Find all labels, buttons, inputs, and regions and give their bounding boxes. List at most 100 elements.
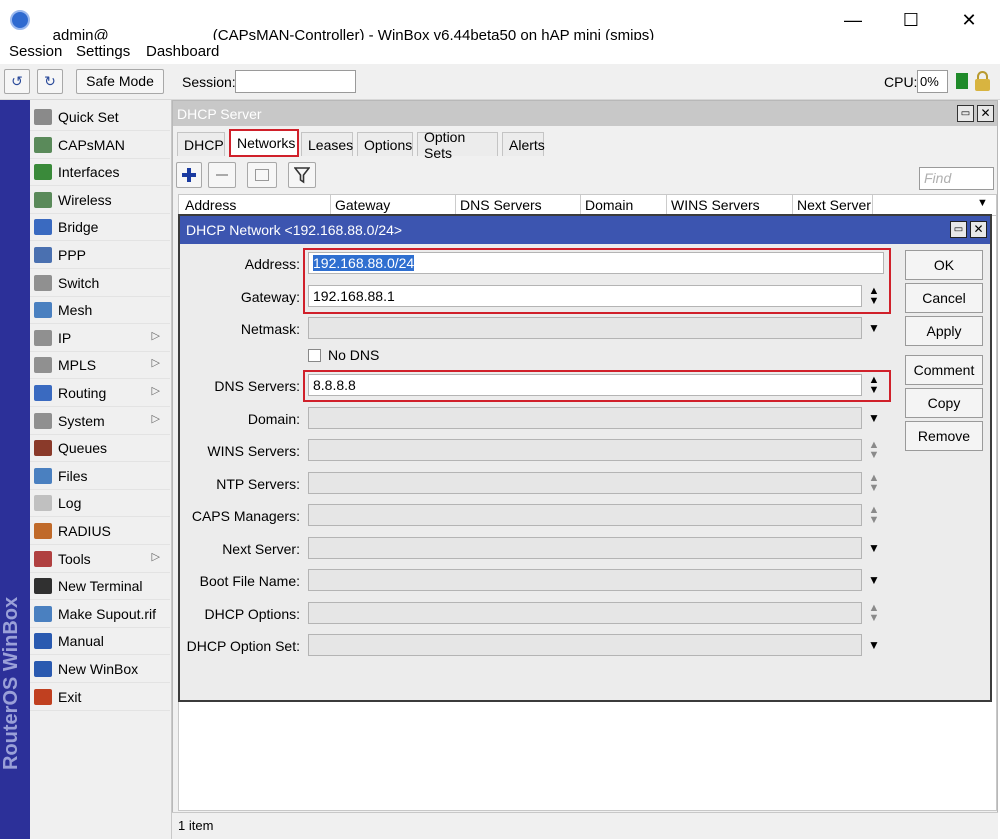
column-header-wins-servers[interactable]: WINS Servers xyxy=(667,195,793,215)
sidebar-item-ppp[interactable]: PPP xyxy=(30,242,170,269)
sidebar-item-switch[interactable]: Switch xyxy=(30,270,170,297)
caps-managers-input[interactable] xyxy=(308,504,862,526)
tab-dhcp[interactable]: DHCP xyxy=(177,132,225,156)
sidebar-item-radius[interactable]: RADIUS xyxy=(30,518,170,545)
sidebar-item-ip[interactable]: IP ▷ xyxy=(30,325,170,352)
tab-networks[interactable]: Networks xyxy=(229,129,299,157)
sidebar-item-label: New WinBox xyxy=(58,661,139,677)
close-button[interactable]: ✕ xyxy=(940,0,998,40)
sidebar-item-log[interactable]: Log xyxy=(30,490,170,518)
menu-settings[interactable]: Settings xyxy=(76,43,130,60)
wins-servers-input[interactable] xyxy=(308,439,862,461)
sidebar-item-label: Files xyxy=(58,467,88,484)
up-down-arrows-icon[interactable]: ▲ ▼ xyxy=(866,374,882,396)
undo-button[interactable]: ↺ xyxy=(4,69,30,94)
remove-entry-button[interactable] xyxy=(208,162,236,188)
up-down-arrows-icon[interactable]: ▲ ▼ xyxy=(866,472,882,494)
address-input[interactable]: 192.168.88.0/24 xyxy=(308,252,884,274)
sidebar-item-make-supout-rif[interactable]: Make Supout.rif xyxy=(30,601,170,628)
cancel-button[interactable]: Cancel xyxy=(905,283,983,313)
menu-dashboard[interactable]: Dashboard xyxy=(146,43,219,60)
dropdown-arrow-icon[interactable]: ▼ xyxy=(866,317,882,339)
column-header-dns-servers[interactable]: DNS Servers xyxy=(456,195,581,215)
remove-button[interactable]: Remove xyxy=(905,421,983,451)
close-icon: ✕ xyxy=(980,106,991,120)
no-dns-checkbox[interactable] xyxy=(308,349,321,362)
sidebar-item-label: Manual xyxy=(58,633,104,650)
dropdown-arrow-icon[interactable]: ▼ xyxy=(866,634,882,656)
sidebar-item-mpls[interactable]: MPLS ▷ xyxy=(30,352,170,380)
toolbar: ↺ ↻ Safe Mode Session: CPU: 0% xyxy=(0,64,1000,100)
session-input[interactable] xyxy=(235,70,356,93)
redo-icon: ↻ xyxy=(44,73,56,89)
dropdown-arrow-icon[interactable]: ▼ xyxy=(866,569,882,591)
copy-button[interactable]: Copy xyxy=(905,388,983,418)
dialog-close-button[interactable]: ✕ xyxy=(970,221,987,238)
dialog-restore-button[interactable]: ▭ xyxy=(950,221,967,238)
filter-button[interactable] xyxy=(288,162,316,188)
ok-button[interactable]: OK xyxy=(905,250,983,280)
dialog-title: DHCP Network <192.168.88.0/24> xyxy=(180,216,990,244)
dhcp-close-button[interactable]: ✕ xyxy=(977,105,994,122)
sidebar-item-routing[interactable]: Routing ▷ xyxy=(30,380,170,407)
next-server-input[interactable] xyxy=(308,537,862,559)
up-down-arrows-icon[interactable]: ▲ ▼ xyxy=(866,602,882,624)
sidebar-item-exit[interactable]: Exit xyxy=(30,684,170,711)
tab-alerts[interactable]: Alerts xyxy=(502,132,545,156)
sidebar-item-queues[interactable]: Queues xyxy=(30,435,170,463)
comment-list-button[interactable] xyxy=(247,162,277,188)
column-header-next-server[interactable]: Next Server xyxy=(793,195,873,215)
sidebar-item-label: IP xyxy=(58,329,72,346)
sidebar-item-bridge[interactable]: Bridge xyxy=(30,214,170,242)
dhcp-options-input[interactable] xyxy=(308,602,862,624)
dns-servers-input[interactable]: 8.8.8.8 xyxy=(308,374,862,396)
add-button[interactable] xyxy=(176,162,202,188)
column-header-gateway[interactable]: Gateway xyxy=(331,195,456,215)
dhcp-option-set-input[interactable] xyxy=(308,634,862,656)
apply-button[interactable]: Apply xyxy=(905,316,983,346)
domain-input[interactable] xyxy=(308,407,862,429)
gateway-input[interactable]: 192.168.88.1 xyxy=(308,285,862,307)
sidebar-item-wireless[interactable]: Wireless xyxy=(30,187,170,214)
menu-session[interactable]: Session xyxy=(9,43,62,60)
sidebar-item-capsman[interactable]: CAPsMAN xyxy=(30,132,170,159)
up-down-arrows-icon[interactable]: ▲ ▼ xyxy=(866,285,882,307)
find-input[interactable]: Find xyxy=(919,167,994,190)
sidebar-item-quick-set[interactable]: Quick Set xyxy=(30,104,170,131)
maximize-button[interactable]: ☐ xyxy=(882,0,940,40)
column-header-domain[interactable]: Domain xyxy=(581,195,667,215)
redo-button[interactable]: ↻ xyxy=(37,69,63,94)
boot-file-name-input[interactable] xyxy=(308,569,862,591)
boot-file-name-label: Boot File Name: xyxy=(199,573,300,589)
sidebar-item-files[interactable]: Files xyxy=(30,463,170,490)
sidebar-item-system[interactable]: System ▷ xyxy=(30,408,170,435)
manual-icon xyxy=(34,633,52,650)
ntp-servers-input[interactable] xyxy=(308,472,862,494)
sidebar-item-label: Switch xyxy=(58,274,100,291)
up-down-arrows-icon[interactable]: ▲ ▼ xyxy=(866,439,882,461)
sidebar-item-label: Bridge xyxy=(58,219,99,236)
sidebar-item-interfaces[interactable]: Interfaces xyxy=(30,159,170,187)
up-down-arrows-icon[interactable]: ▲ ▼ xyxy=(866,504,882,526)
dhcp-server-title: DHCP Server xyxy=(173,101,997,126)
restore-icon: ▭ xyxy=(953,224,964,235)
netmask-input[interactable] xyxy=(308,317,862,339)
sidebar-item-label: Wireless xyxy=(58,191,112,208)
minimize-button[interactable]: — xyxy=(824,0,882,40)
dropdown-arrow-icon[interactable]: ▼ xyxy=(866,537,882,559)
sidebar-item-mesh[interactable]: Mesh xyxy=(30,297,170,325)
column-header-address[interactable]: Address xyxy=(181,195,331,215)
restore-button[interactable]: ▭ xyxy=(957,105,974,122)
safe-mode-button[interactable]: Safe Mode xyxy=(76,69,164,94)
sidebar-item-tools[interactable]: Tools ▷ xyxy=(30,546,170,573)
tab-options[interactable]: Options xyxy=(357,132,413,156)
comment-button[interactable]: Comment xyxy=(905,355,983,385)
sidebar-item-new-terminal[interactable]: New Terminal xyxy=(30,573,170,601)
dropdown-arrow-icon[interactable]: ▼ xyxy=(866,407,882,429)
columns-dropdown-icon[interactable]: ▼ xyxy=(977,197,988,209)
sidebar-item-new-winbox[interactable]: New WinBox xyxy=(30,656,170,683)
quick-set-icon xyxy=(34,109,52,125)
sidebar-item-manual[interactable]: Manual xyxy=(30,628,170,656)
tab-leases[interactable]: Leases xyxy=(301,132,353,156)
tab-option-sets[interactable]: Option Sets xyxy=(417,129,498,161)
